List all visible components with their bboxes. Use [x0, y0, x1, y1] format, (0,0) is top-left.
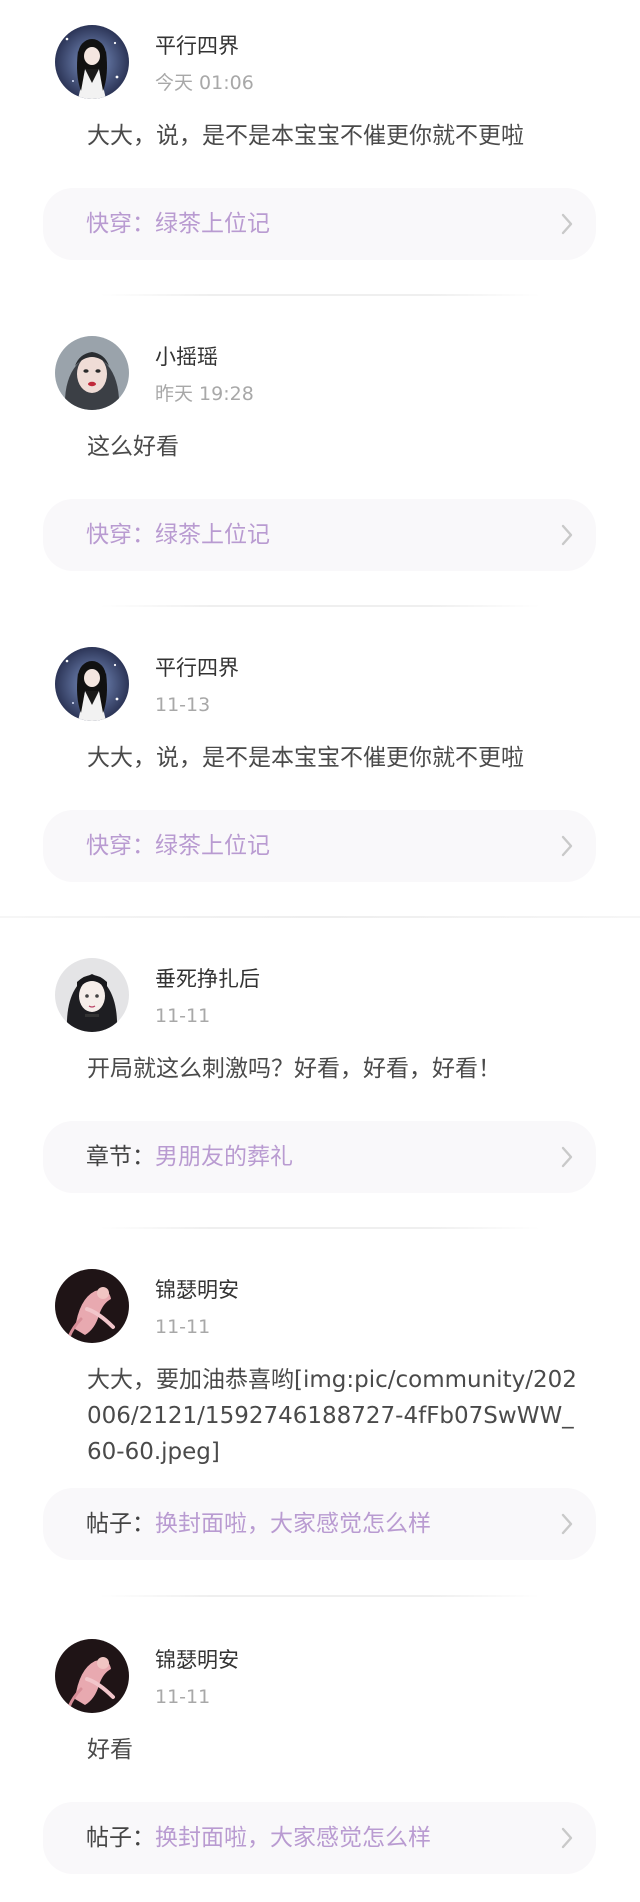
anime-girl-starry-avatar-icon [55, 25, 129, 99]
avatar[interactable] [55, 336, 129, 410]
source-prefix: 快穿： [86, 833, 155, 859]
source-link[interactable]: 快穿：绿茶上位记 [43, 810, 596, 882]
avatar[interactable] [55, 647, 129, 721]
source-label: 帖子：换封面啦，大家感觉怎么样 [86, 1802, 431, 1874]
pink-dancer-avatar-icon [55, 1639, 129, 1713]
avatar[interactable] [55, 1639, 129, 1713]
source-title: 换封面啦，大家感觉怎么样 [155, 1825, 431, 1851]
source-title: 绿茶上位记 [155, 833, 270, 859]
username[interactable]: 锦瑟明安 [155, 1646, 239, 1674]
timestamp: 昨天 19:28 [155, 383, 254, 405]
source-label: 快穿：绿茶上位记 [86, 188, 270, 260]
timestamp: 11-11 [155, 1005, 211, 1027]
avatar[interactable] [55, 25, 129, 99]
chevron-right-icon [561, 1146, 573, 1168]
comment-text: 这么好看 [87, 434, 179, 460]
source-title: 换封面啦，大家感觉怎么样 [155, 1511, 431, 1537]
source-link[interactable]: 帖子：换封面啦，大家感觉怎么样 [43, 1488, 596, 1560]
comment-item: 平行四界 11-13 大大，说，是不是本宝宝不催更你就不更啦 快穿：绿茶上位记 [0, 622, 640, 892]
source-label: 快穿：绿茶上位记 [86, 810, 270, 882]
chevron-right-icon [561, 1513, 573, 1535]
comment-text: 大大，说，是不是本宝宝不催更你就不更啦 [87, 745, 524, 771]
source-prefix: 帖子： [86, 1511, 155, 1537]
username[interactable]: 平行四界 [155, 32, 239, 60]
comment-text: 大大，要加油恭喜哟[img:pic/community/202006/2121/… [87, 1367, 577, 1465]
source-prefix: 章节： [86, 1144, 155, 1170]
comment-item: 垂死挣扎后 11-11 开局就这么刺激吗？好看，好看，好看！ 章节：男朋友的葬礼 [0, 933, 640, 1203]
comment-item: 锦瑟明安 11-11 好看 帖子：换封面啦，大家感觉怎么样 [0, 1614, 640, 1902]
chevron-right-icon [561, 1827, 573, 1849]
source-title: 绿茶上位记 [155, 522, 270, 548]
avatar[interactable] [55, 958, 129, 1032]
chevron-right-icon [561, 835, 573, 857]
comment-item: 小摇瑶 昨天 19:28 这么好看 快穿：绿茶上位记 [0, 311, 640, 581]
source-label: 快穿：绿茶上位记 [86, 499, 270, 571]
pink-dancer-avatar-icon [55, 1269, 129, 1343]
comment-text: 大大，说，是不是本宝宝不催更你就不更啦 [87, 123, 524, 149]
comment-text: 好看 [87, 1737, 133, 1763]
divider [100, 605, 540, 607]
anime-girl-starry-avatar-icon [55, 647, 129, 721]
timestamp: 11-11 [155, 1316, 211, 1338]
comment-text: 开局就这么刺激吗？好看，好看，好看！ [87, 1056, 501, 1082]
timestamp: 今天 01:06 [155, 72, 254, 94]
source-link[interactable]: 章节：男朋友的葬礼 [43, 1121, 596, 1193]
timestamp: 11-13 [155, 694, 211, 716]
source-label: 帖子：换封面啦，大家感觉怎么样 [86, 1488, 431, 1560]
divider [100, 294, 540, 296]
source-prefix: 快穿： [86, 211, 155, 237]
username[interactable]: 小摇瑶 [155, 343, 218, 371]
comment-feed: 平行四界 今天 01:06 大大，说，是不是本宝宝不催更你就不更啦 快穿：绿茶上… [0, 0, 640, 1902]
dark-haired-character-avatar-icon [55, 958, 129, 1032]
source-link[interactable]: 快穿：绿茶上位记 [43, 499, 596, 571]
username[interactable]: 垂死挣扎后 [155, 965, 260, 993]
source-title: 男朋友的葬礼 [155, 1144, 293, 1170]
avatar[interactable] [55, 1269, 129, 1343]
username[interactable]: 锦瑟明安 [155, 1276, 239, 1304]
source-link[interactable]: 帖子：换封面啦，大家感觉怎么样 [43, 1802, 596, 1874]
comment-item: 平行四界 今天 01:06 大大，说，是不是本宝宝不催更你就不更啦 快穿：绿茶上… [0, 0, 640, 270]
source-link[interactable]: 快穿：绿茶上位记 [43, 188, 596, 260]
username[interactable]: 平行四界 [155, 654, 239, 682]
timestamp: 11-11 [155, 1686, 211, 1708]
source-prefix: 帖子： [86, 1825, 155, 1851]
divider [100, 1227, 540, 1229]
source-label: 章节：男朋友的葬礼 [86, 1121, 293, 1193]
comment-item: 锦瑟明安 11-11 大大，要加油恭喜哟[img:pic/community/2… [0, 1244, 640, 1564]
girl-portrait-avatar-icon [55, 336, 129, 410]
divider [0, 916, 640, 918]
divider [100, 1595, 540, 1597]
source-title: 绿茶上位记 [155, 211, 270, 237]
source-prefix: 快穿： [86, 522, 155, 548]
chevron-right-icon [561, 524, 573, 546]
chevron-right-icon [561, 213, 573, 235]
